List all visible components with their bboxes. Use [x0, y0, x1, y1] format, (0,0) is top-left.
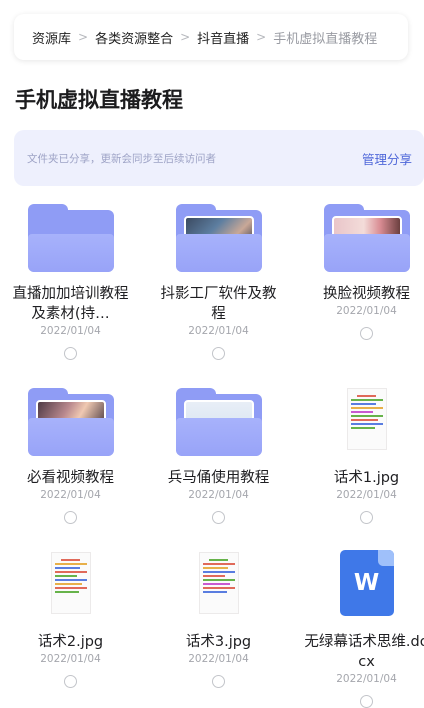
select-radio[interactable]	[360, 327, 373, 340]
chevron-right-icon: >	[78, 30, 89, 44]
file-date: 2022/01/04	[188, 489, 249, 501]
file-date: 2022/01/04	[188, 325, 249, 337]
file-item[interactable]: 兵马俑使用教程 2022/01/04	[148, 380, 289, 524]
folder-thumb	[148, 380, 289, 456]
share-notice-bar: 文件夹已分享，更新会同步至后续访问者 管理分享	[14, 130, 424, 186]
file-date: 2022/01/04	[40, 653, 101, 665]
file-date: 2022/01/04	[336, 673, 397, 685]
folder-icon	[27, 204, 114, 272]
breadcrumb: 资源库 > 各类资源整合 > 抖音直播 > 手机虚拟直播教程	[14, 14, 408, 60]
breadcrumb-item-douyin-live[interactable]: 抖音直播	[197, 28, 249, 47]
file-date: 2022/01/04	[188, 653, 249, 665]
chevron-right-icon: >	[180, 30, 191, 44]
folder-thumb	[0, 380, 141, 456]
file-date: 2022/01/04	[336, 305, 397, 317]
select-radio[interactable]	[64, 347, 77, 360]
file-item[interactable]: 话术2.jpg 2022/01/04	[0, 544, 141, 688]
file-date: 2022/01/04	[40, 325, 101, 337]
select-radio[interactable]	[64, 511, 77, 524]
page-title: 手机虚拟直播教程	[15, 88, 183, 112]
file-item[interactable]: 话术3.jpg 2022/01/04	[148, 544, 289, 688]
select-radio[interactable]	[360, 511, 373, 524]
file-date: 2022/01/04	[336, 489, 397, 501]
image-file-icon	[346, 388, 387, 450]
file-name: 换脸视频教程	[323, 286, 410, 302]
folder-thumb	[148, 196, 289, 272]
folder-icon	[27, 388, 114, 456]
folder-thumb	[0, 196, 141, 272]
breadcrumb-item-resources[interactable]: 各类资源整合	[95, 28, 173, 47]
select-radio[interactable]	[212, 675, 225, 688]
file-name: 话术1.jpg	[333, 470, 400, 486]
folder-icon	[323, 204, 410, 272]
file-item[interactable]: W 无绿幕话术思维.docx 2022/01/04	[296, 544, 424, 708]
word-thumb: W	[296, 544, 424, 620]
file-date: 2022/01/04	[40, 489, 101, 501]
folder-thumb	[296, 196, 424, 272]
select-radio[interactable]	[212, 347, 225, 360]
file-name: 无绿幕话术思维.docx	[304, 634, 424, 670]
file-item[interactable]: 换脸视频教程 2022/01/04	[296, 196, 424, 340]
word-doc-icon: W	[339, 550, 394, 616]
select-radio[interactable]	[212, 511, 225, 524]
chevron-right-icon: >	[256, 30, 267, 44]
file-name: 话术3.jpg	[185, 634, 252, 650]
manage-share-button[interactable]: 管理分享	[362, 149, 412, 168]
folder-icon	[175, 204, 262, 272]
file-item[interactable]: 抖影工厂软件及教程 2022/01/04	[148, 196, 289, 360]
share-notice-text: 文件夹已分享，更新会同步至后续访问者	[27, 152, 216, 165]
image-file-icon	[198, 552, 239, 614]
image-thumb	[296, 380, 424, 456]
select-radio[interactable]	[64, 675, 77, 688]
file-item[interactable]: 直播加加培训教程及素材(持… 2022/01/04	[0, 196, 141, 360]
image-thumb	[148, 544, 289, 620]
file-name: 直播加加培训教程及素材(持…	[12, 286, 129, 322]
file-name: 话术2.jpg	[37, 634, 104, 650]
image-file-icon	[50, 552, 91, 614]
file-name: 兵马俑使用教程	[167, 470, 270, 486]
file-name: 抖影工厂软件及教程	[160, 286, 277, 322]
file-name: 必看视频教程	[27, 470, 114, 486]
file-item[interactable]: 话术1.jpg 2022/01/04	[296, 380, 424, 524]
breadcrumb-item-current: 手机虚拟直播教程	[273, 31, 378, 47]
select-radio[interactable]	[360, 695, 373, 708]
breadcrumb-item-resource-library[interactable]: 资源库	[32, 28, 71, 47]
image-thumb	[0, 544, 141, 620]
file-item[interactable]: 必看视频教程 2022/01/04	[0, 380, 141, 524]
folder-icon	[175, 388, 262, 456]
